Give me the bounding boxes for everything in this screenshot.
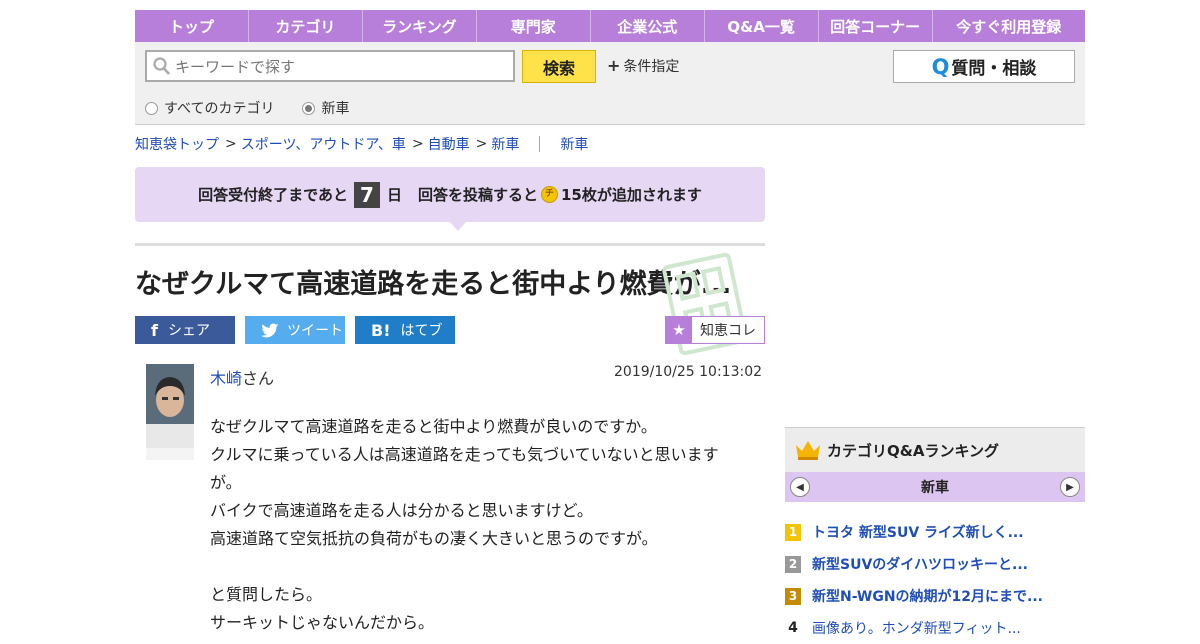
avatar[interactable]: [146, 364, 194, 460]
ranking-link[interactable]: トヨタ 新型SUV ライズ新しく...: [812, 522, 1024, 542]
nav-item-official[interactable]: 企業公式: [591, 10, 705, 42]
rank-number: 4: [788, 620, 798, 636]
user-photo-icon: [146, 364, 194, 460]
breadcrumb-link-cars[interactable]: 自動車: [428, 134, 470, 154]
questioner: 木崎さん: [210, 365, 274, 389]
ask-question-button[interactable]: Q 質問・相談: [893, 50, 1075, 83]
rank-badge-bronze: 3: [785, 587, 801, 605]
hatena-share-label: はてブ: [400, 323, 443, 339]
twitter-share-label: ツイート: [287, 323, 343, 339]
notice-middle: 回答を投稿すると: [417, 186, 538, 204]
search-icon: [153, 57, 170, 75]
twitter-share-button[interactable]: ツイート: [245, 316, 345, 344]
hatena-icon: B!: [371, 320, 391, 340]
chiekore-label: 知恵コレ: [700, 323, 756, 339]
ranking-item: 3 新型N-WGNの納期が12月にまで...: [785, 580, 1085, 612]
ranking-item: 2 新型SUVのダイハツロッキーと...: [785, 548, 1085, 580]
coin-icon: チ: [541, 186, 558, 203]
body-line: なぜクルマて高速道路を走ると街中より燃費が良いのですか。: [210, 417, 657, 436]
days-unit: 日: [386, 186, 402, 204]
ranking-heading: カテゴリQ&Aランキング: [827, 441, 999, 460]
facebook-icon: f: [151, 320, 158, 340]
nav-item-category[interactable]: カテゴリ: [249, 10, 363, 42]
next-category-arrow-icon[interactable]: ▶: [1060, 477, 1080, 497]
notice-suffix: 15枚が追加されます: [561, 186, 702, 204]
search-input[interactable]: [173, 52, 507, 82]
scope-current-category[interactable]: 新車: [302, 98, 349, 118]
q-icon: Q: [931, 54, 950, 79]
condition-label: 条件指定: [623, 59, 680, 75]
breadcrumb-link-sports[interactable]: スポーツ、アウトドア、車: [241, 134, 406, 154]
notice-prefix: 回答受付終了まであと: [198, 186, 348, 204]
ranking-link[interactable]: 画像あり。ホンダ新型フィット...: [812, 618, 1021, 638]
answer-deadline-notice: 回答受付終了まであと 7 日 回答を投稿すると チ 15枚が追加されます: [135, 167, 765, 222]
notice-tail: [450, 222, 466, 231]
breadcrumb-link-top[interactable]: 知恵袋トップ: [135, 134, 219, 154]
questioner-name-link[interactable]: 木崎: [210, 369, 242, 388]
body-line: サーキットじゃないんだから。: [210, 613, 435, 632]
prev-category-arrow-icon[interactable]: ◀: [790, 477, 810, 497]
scope-label: 新車: [321, 101, 350, 117]
ranking-link[interactable]: 新型N-WGNの納期が12月にまで...: [812, 586, 1043, 606]
radio-unchecked-icon[interactable]: [145, 101, 158, 115]
body-line: と質問したら。: [210, 585, 323, 604]
nav-item-qa-list[interactable]: Q&A一覧: [705, 10, 819, 42]
days-remaining: 7: [353, 181, 380, 208]
twitter-icon: [261, 323, 279, 337]
ask-question-label: 質問・相談: [951, 59, 1037, 79]
facebook-share-label: シェア: [167, 323, 210, 339]
ranking-category-bar: ◀ 新車 ▶: [785, 472, 1085, 502]
breadcrumb-current-category[interactable]: 新車: [560, 134, 588, 154]
rank-badge-gold: 1: [785, 523, 801, 541]
breadcrumb-divider: [539, 136, 541, 152]
breadcrumb-separator: >: [475, 136, 488, 152]
rank-badge-silver: 2: [785, 555, 801, 573]
ranking-item: 4 画像あり。ホンダ新型フィット...: [785, 612, 1085, 644]
nav-item-ranking[interactable]: ランキング: [363, 10, 477, 42]
scope-all-categories[interactable]: すべてのカテゴリ: [145, 98, 274, 118]
body-line: 高速道路て空気抵抗の負荷がもの凄く大きいと思うのですが。: [210, 529, 658, 548]
ranking-header: カテゴリQ&Aランキング: [785, 427, 1085, 472]
search-area: 検索 +条件指定 Q 質問・相談 すべてのカテゴリ 新車: [135, 42, 1085, 125]
ranking-item: 1 トヨタ 新型SUV ライズ新しく...: [785, 516, 1085, 548]
breadcrumb-separator: >: [225, 136, 237, 152]
body-line: が。: [210, 473, 242, 492]
scope-label: すべてのカテゴリ: [164, 101, 275, 117]
nav-item-experts[interactable]: 専門家: [477, 10, 591, 42]
body-line-blank: [210, 553, 750, 581]
question-body: なぜクルマて高速道路を走ると街中より燃費が良いのですか。 クルマに乗っている人は…: [210, 413, 750, 637]
plus-icon: +: [607, 56, 621, 75]
ranking-list: 1 トヨタ 新型SUV ライズ新しく... 2 新型SUVのダイハツロッキーと.…: [785, 516, 1085, 644]
global-nav: トップ カテゴリ ランキング 専門家 企業公式 Q&A一覧 回答コーナー 今すぐ…: [135, 10, 1085, 42]
star-icon: ★: [666, 317, 692, 343]
crown-icon: [796, 441, 820, 460]
divider: [135, 243, 765, 246]
body-line: バイクで高速道路を走る人は分かると思いますけど。: [210, 501, 593, 520]
breadcrumb: 知恵袋トップ > スポーツ、アウトドア、車 > 自動車 > 新車 新車: [135, 134, 588, 154]
search-scope: すべてのカテゴリ 新車: [145, 98, 377, 118]
nav-item-register[interactable]: 今すぐ利用登録: [933, 10, 1085, 42]
hatena-bookmark-button[interactable]: B! はてブ: [355, 316, 455, 344]
search-box[interactable]: [145, 50, 515, 82]
chiekore-button[interactable]: ★ 知恵コレ: [665, 316, 765, 344]
facebook-share-button[interactable]: f シェア: [135, 316, 235, 344]
nav-item-answer-corner[interactable]: 回答コーナー: [819, 10, 933, 42]
breadcrumb-link-newcar[interactable]: 新車: [491, 134, 519, 154]
ranking-link[interactable]: 新型SUVのダイハツロッキーと...: [812, 554, 1028, 574]
posted-datetime: 2019/10/25 10:13:02: [614, 364, 763, 380]
body-line: クルマに乗っている人は高速道路を走っても気づいていないと思います: [210, 445, 719, 464]
breadcrumb-separator: >: [411, 136, 424, 152]
search-button[interactable]: 検索: [522, 50, 596, 83]
condition-link[interactable]: + 条件指定: [607, 56, 679, 76]
ranking-category-label: 新車: [921, 480, 949, 496]
nav-item-top[interactable]: トップ: [135, 10, 249, 42]
ad-space: [785, 125, 1085, 425]
honorific: さん: [242, 369, 275, 388]
radio-checked-icon[interactable]: [302, 101, 316, 115]
